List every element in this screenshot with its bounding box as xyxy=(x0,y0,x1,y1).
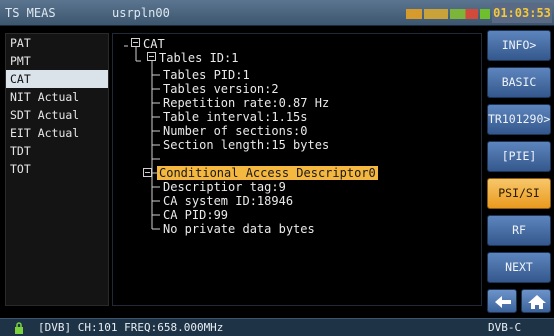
back-arrow-icon xyxy=(495,296,511,308)
pie-button[interactable]: [PIE] xyxy=(487,141,551,172)
psi-si-button[interactable]: PSI/SI xyxy=(487,178,551,209)
tree-leaf-tables-version: Tables version:2 xyxy=(163,82,279,96)
list-item-tot[interactable]: TOT xyxy=(6,160,108,178)
tree-leaf-ca-pid: CA PID:99 xyxy=(163,208,229,222)
tree-panel: CAT Tables ID:1 Tables PID:1 Tables vers… xyxy=(112,33,482,306)
tree-leaf-section-length: Section length:15 bytes xyxy=(163,138,330,152)
clock: 01:03:53 xyxy=(492,3,552,23)
tree-node-ca-descriptor[interactable]: Conditional Access Descriptor0 xyxy=(157,166,378,180)
tree-leaf-descriptor-tag: Descriptior tag:9 xyxy=(163,180,286,194)
battery-icon xyxy=(450,9,478,19)
tree-leaf-repetition-rate: Repetition rate:0.87 Hz xyxy=(163,96,330,110)
collapse-toggle-icon[interactable] xyxy=(131,38,140,47)
lock-icon xyxy=(15,322,23,334)
home-icon xyxy=(528,295,546,309)
signal-indicator xyxy=(406,9,422,19)
status-bar: [DVB] CH:101 FREQ:658.000MHz DVB-C xyxy=(0,318,554,336)
channel-info: [DVB] CH:101 FREQ:658.000MHz xyxy=(38,321,224,334)
title-bar: TS MEAS usrpln00 01:03:53 xyxy=(0,0,554,26)
list-item-tdt[interactable]: TDT xyxy=(6,142,108,160)
rf-button[interactable]: RF xyxy=(487,215,551,246)
list-item-nit-actual[interactable]: NIT Actual xyxy=(6,88,108,106)
list-item-cat[interactable]: CAT xyxy=(6,70,108,88)
power-indicator xyxy=(480,9,490,19)
list-item-pat[interactable]: PAT xyxy=(6,34,108,52)
tree-leaf-ca-system-id: CA system ID:18946 xyxy=(163,194,294,208)
tr101290-button[interactable]: TR101290> xyxy=(487,104,551,135)
file-name: usrpln00 xyxy=(112,6,170,20)
table-list: PAT PMT CAT NIT Actual SDT Actual EIT Ac… xyxy=(5,33,109,306)
list-item-eit-actual[interactable]: EIT Actual xyxy=(6,124,108,142)
collapse-toggle-icon[interactable] xyxy=(143,168,152,177)
basic-button[interactable]: BASIC xyxy=(487,67,551,98)
home-button[interactable] xyxy=(521,289,551,313)
tree-root-cat[interactable]: CAT xyxy=(143,37,165,51)
collapse-toggle-icon[interactable] xyxy=(147,52,156,61)
tree-leaf-number-of-sections: Number of sections:0 xyxy=(163,124,308,138)
tree-view: CAT Tables ID:1 Tables PID:1 Tables vers… xyxy=(113,34,481,305)
tree-leaf-private-data: No private data bytes xyxy=(163,222,315,236)
mode-title: TS MEAS xyxy=(5,6,56,20)
info-button[interactable]: INFO> xyxy=(487,30,551,61)
list-item-sdt-actual[interactable]: SDT Actual xyxy=(6,106,108,124)
standard-label: DVB-C xyxy=(488,321,522,334)
tree-leaf-table-interval: Table interval:1.15s xyxy=(163,110,308,124)
back-button[interactable] xyxy=(487,289,517,313)
level-indicator xyxy=(424,9,448,19)
list-item-pmt[interactable]: PMT xyxy=(6,52,108,70)
next-button[interactable]: NEXT xyxy=(487,252,551,283)
tree-leaf-tables-pid: Tables PID:1 xyxy=(163,68,250,82)
tree-node-tables-id[interactable]: Tables ID:1 xyxy=(159,51,238,65)
